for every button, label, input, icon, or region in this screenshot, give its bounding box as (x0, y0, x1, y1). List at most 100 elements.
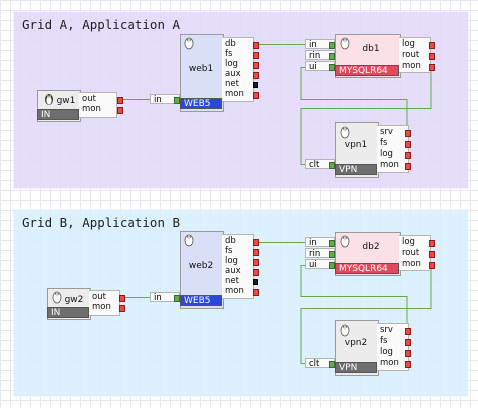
port-mon[interactable]: mon (225, 89, 244, 99)
port-pin[interactable] (429, 53, 435, 60)
port-pin[interactable] (117, 97, 123, 104)
port-pin[interactable] (405, 152, 411, 159)
grid-a-title: Grid A, Application A (22, 17, 181, 32)
tux-penguin-icon (340, 126, 350, 139)
port-pin[interactable] (253, 279, 258, 285)
io-tag: IN (47, 307, 89, 318)
port-pin[interactable] (253, 52, 259, 59)
port-pin[interactable] (119, 295, 125, 302)
port-log[interactable]: log (402, 237, 415, 247)
port-mon[interactable]: mon (92, 302, 111, 312)
tux-penguin-icon (184, 234, 194, 247)
node-db1[interactable]: db1 MYSQLR64 log rout mon (335, 34, 435, 78)
port-fs[interactable]: fs (380, 336, 387, 346)
port-pin[interactable] (117, 107, 123, 114)
tux-penguin-icon (340, 235, 350, 248)
db-tag: MYSQLR64 (335, 263, 399, 274)
port-pin[interactable] (405, 361, 411, 368)
port-pin[interactable] (253, 72, 259, 79)
db1-input-rin[interactable]: rin (305, 50, 335, 61)
tux-penguin-icon (340, 37, 350, 50)
port-pin[interactable] (253, 82, 258, 88)
port-fs[interactable]: fs (225, 49, 232, 59)
db2-input-ui[interactable]: ui (305, 259, 335, 270)
port-pin[interactable] (253, 42, 259, 49)
node-name: db1 (362, 44, 380, 54)
port-out[interactable]: out (92, 292, 106, 302)
node-vpn1[interactable]: vpn1 VPN srv fs log mon (335, 122, 415, 178)
port-log[interactable]: log (380, 149, 393, 159)
vpn1-input-clt[interactable]: clt (305, 159, 335, 170)
port-fs[interactable]: fs (225, 246, 232, 256)
node-name: web2 (188, 261, 214, 271)
port-srv[interactable]: srv (380, 325, 393, 335)
port-mon[interactable]: mon (380, 160, 399, 170)
port-pin[interactable] (253, 92, 259, 99)
port-srv[interactable]: srv (380, 127, 393, 137)
port-pin[interactable] (405, 350, 411, 357)
web-tag: WEB5 (180, 98, 222, 109)
port-mon[interactable]: mon (380, 358, 399, 368)
node-name: vpn2 (344, 338, 368, 348)
port-fs[interactable]: fs (380, 138, 387, 148)
port-pin[interactable] (405, 163, 411, 170)
tux-penguin-icon (340, 324, 350, 337)
port-mon[interactable]: mon (402, 259, 421, 269)
port-out[interactable]: out (82, 94, 96, 104)
port-net[interactable]: net (225, 79, 239, 89)
port-pin[interactable] (429, 240, 435, 247)
web1-input-in[interactable]: in (150, 94, 180, 105)
port-rout[interactable]: rout (402, 248, 419, 258)
db1-input-in[interactable]: in (305, 39, 335, 50)
port-log[interactable]: log (225, 256, 238, 266)
port-pin[interactable] (429, 262, 435, 269)
port-pin[interactable] (405, 141, 411, 148)
tux-penguin-icon (184, 37, 194, 50)
port-pin[interactable] (429, 42, 435, 49)
port-db[interactable]: db (225, 236, 236, 246)
port-pin[interactable] (253, 62, 259, 69)
port-pin[interactable] (253, 259, 259, 266)
port-pin[interactable] (405, 339, 411, 346)
port-mon[interactable]: mon (82, 104, 101, 114)
port-pin[interactable] (119, 305, 125, 312)
port-aux[interactable]: aux (225, 69, 241, 79)
port-log[interactable]: log (402, 39, 415, 49)
port-pin[interactable] (429, 251, 435, 258)
node-name: db2 (362, 242, 380, 252)
node-gw1[interactable]: gw1 IN out mon (37, 90, 123, 122)
node-name: web1 (188, 64, 214, 74)
node-vpn2[interactable]: vpn2 VPN srv fs log mon (335, 320, 415, 376)
node-web1[interactable]: web1 WEB5 db fs log aux net mon (180, 34, 260, 112)
port-pin[interactable] (429, 64, 435, 71)
io-tag: IN (37, 109, 79, 120)
port-mon[interactable]: mon (402, 61, 421, 71)
port-pin[interactable] (405, 130, 411, 137)
port-pin[interactable] (405, 328, 411, 335)
port-log[interactable]: log (225, 59, 238, 69)
port-rout[interactable]: rout (402, 50, 419, 60)
db2-input-rin[interactable]: rin (305, 248, 335, 259)
io-tag: VPN (335, 164, 377, 175)
port-net[interactable]: net (225, 276, 239, 286)
node-name: gw2 (64, 295, 84, 305)
port-aux[interactable]: aux (225, 266, 241, 276)
grid-b-title: Grid B, Application B (22, 215, 181, 230)
port-mon[interactable]: mon (225, 286, 244, 296)
node-gw2[interactable]: gw2 IN out mon (47, 288, 127, 320)
io-tag: VPN (335, 362, 377, 373)
port-pin[interactable] (253, 269, 259, 276)
db1-input-ui[interactable]: ui (305, 61, 335, 72)
node-db2[interactable]: db2 MYSQLR64 log rout mon (335, 232, 435, 276)
db-tag: MYSQLR64 (335, 65, 399, 76)
port-pin[interactable] (253, 249, 259, 256)
port-db[interactable]: db (225, 39, 236, 49)
port-pin[interactable] (253, 289, 259, 296)
port-log[interactable]: log (380, 347, 393, 357)
node-name: gw1 (56, 96, 76, 106)
port-pin[interactable] (253, 239, 259, 246)
node-web2[interactable]: web2 WEB5 db fs log aux net mon (180, 231, 260, 309)
vpn2-input-clt[interactable]: clt (305, 358, 335, 369)
web2-input-in[interactable]: in (150, 292, 180, 303)
db2-input-in[interactable]: in (305, 237, 335, 248)
